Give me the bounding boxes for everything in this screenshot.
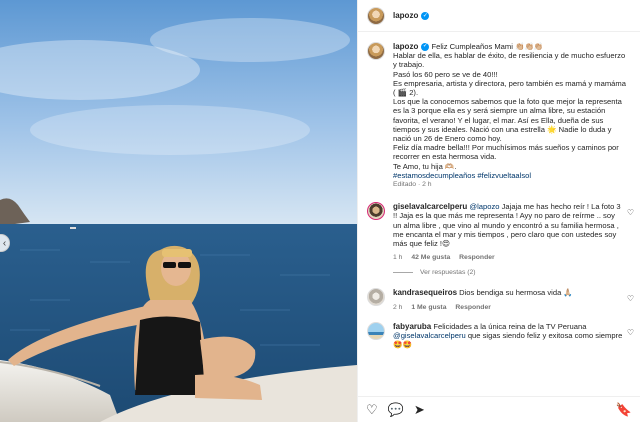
view-replies-label: Ver respuestas (2) [420,269,476,277]
comment-item: kandrasequeiros Dios bendiga su hermosa … [358,288,640,311]
save-bookmark-icon[interactable]: 🔖 [616,403,632,416]
comment-text: Felicidades a la única reina de la TV Pe… [431,321,587,331]
share-send-icon[interactable]: ➤ [414,403,425,416]
like-heart-icon[interactable]: ♡ [366,403,378,416]
like-comment-heart-icon[interactable]: ♡ [627,208,634,217]
chevron-left-icon: ‹ [2,237,7,249]
commenter-avatar[interactable] [367,288,385,307]
reply-button[interactable]: Responder [455,304,491,311]
comment-item: giselavalcarcelperu @lapozo Jajaja me ha… [358,202,640,262]
comment-mention[interactable]: @giselavalcarcelperu [393,331,466,340]
comment-body: giselavalcarcelperu @lapozo Jajaja me ha… [393,202,625,262]
caption-line: Es empresaria, artista y directora, pero… [393,78,626,98]
commenter-username[interactable]: fabyaruba [393,322,431,331]
comment-body: kandrasequeiros Dios bendiga su hermosa … [393,288,625,311]
edited-timestamp: Editado · 2 h [393,181,432,189]
view-replies-button[interactable]: Ver respuestas (2) [393,269,640,276]
photo-image [0,0,357,422]
post-caption: lapozo ✓ Feliz Cumpleaños Mami 👏🏼👏🏼👏🏼 Hab… [358,33,640,189]
comment-time: 1 h [393,254,403,262]
comment-body: fabyaruba Felicidades a la única reina d… [393,322,625,350]
verified-badge-icon: ✓ [421,11,430,20]
caption-author-username[interactable]: lapozo [393,42,418,51]
caption-line: Te Amo, tu hija 🫶🏼. [393,161,457,171]
replies-divider [393,272,413,274]
comment-item: fabyaruba Felicidades a la única reina d… [358,321,640,350]
caption-line: Los que la conocemos sabemos que la foto… [393,97,622,144]
commenter-avatar[interactable] [367,202,385,221]
post-details-panel: lapozo ✓ lapozo ✓ Feliz Cumpleaños Mami 👏… [357,0,640,422]
caption-line: Feliz Cumpleaños Mami 👏🏼👏🏼👏🏼 [431,42,544,51]
reply-button[interactable]: Responder [459,254,495,261]
comment-mention[interactable]: @lapozo [469,202,499,211]
caption-body: lapozo ✓ Feliz Cumpleaños Mami 👏🏼👏🏼👏🏼 Hab… [393,42,630,189]
comment-text: Dios bendiga su hermosa vida 🙏🏼 [457,288,573,298]
comments-scroll-area[interactable]: lapozo ✓ Feliz Cumpleaños Mami 👏🏼👏🏼👏🏼 Hab… [358,33,640,388]
verified-badge-icon: ✓ [421,43,430,51]
commenter-username[interactable]: kandrasequeiros [393,288,457,297]
comment-meta: 2 h 1 Me gusta Responder [393,303,625,312]
like-comment-heart-icon[interactable]: ♡ [627,328,634,337]
commenter-username[interactable]: giselavalcarcelperu [393,202,467,211]
caption-author-avatar[interactable] [367,42,385,60]
caption-line: Feliz día madre bella!!! Por muchísimos … [393,143,619,162]
comment-meta: 1 h 42 Me gusta Responder [393,253,625,262]
like-comment-heart-icon[interactable]: ♡ [627,294,634,303]
comment-likes[interactable]: 42 Me gusta [411,254,450,261]
caption-line: Pasó los 60 pero se ve de 40!!! [393,69,498,79]
caption-hashtags[interactable]: #estamosdecumpleaños #felizvueltaalsol [393,171,630,180]
comment-time: 2 h [393,303,403,311]
post-photo[interactable]: ‹ [0,0,357,422]
author-avatar[interactable] [367,6,385,25]
comment-bubble-icon[interactable]: 💬 [388,403,404,416]
post-header: lapozo ✓ [358,0,640,32]
commenter-avatar[interactable] [367,321,385,340]
caption-line: Hablar de ella, es hablar de éxito, de r… [393,51,626,70]
post-actions-bar: ♡ 💬 ➤ 🔖 [358,396,640,422]
author-username[interactable]: lapozo [393,11,418,20]
comment-likes[interactable]: 1 Me gusta [411,304,446,311]
